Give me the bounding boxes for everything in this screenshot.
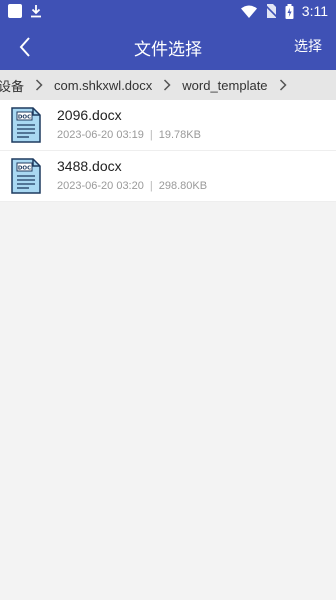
file-date: 2023-06-20 03:19 bbox=[57, 129, 144, 141]
chevron-right-icon bbox=[156, 70, 178, 100]
file-name: 2096.docx bbox=[57, 107, 122, 123]
notification-square-icon bbox=[8, 4, 22, 18]
status-bar: 3:11 bbox=[0, 0, 336, 24]
meta-separator: | bbox=[149, 180, 153, 192]
select-button[interactable]: 选择 bbox=[294, 36, 322, 56]
file-list: DOC 2096.docx 2023-06-20 03:19 | 19.78KB D… bbox=[0, 100, 336, 202]
docx-file-icon: DOC bbox=[11, 158, 41, 194]
file-size: 298.80KB bbox=[158, 180, 208, 192]
breadcrumb-item-template[interactable]: word_template bbox=[178, 78, 271, 93]
breadcrumb-item-package[interactable]: com.shkxwl.docx bbox=[50, 78, 156, 93]
file-name: 3488.docx bbox=[57, 158, 122, 174]
docx-file-icon: DOC bbox=[11, 107, 41, 143]
file-meta: 2023-06-20 03:20 | 298.80KB bbox=[57, 180, 207, 192]
file-row[interactable]: DOC 3488.docx 2023-06-20 03:20 | 298.80KB bbox=[0, 151, 336, 202]
doc-badge: DOC bbox=[18, 115, 31, 121]
breadcrumb-item-device[interactable]: 设备 bbox=[0, 76, 28, 95]
doc-badge: DOC bbox=[18, 166, 31, 172]
page-title: 文件选择 bbox=[134, 40, 202, 60]
file-size: 19.78KB bbox=[158, 129, 201, 141]
battery-charging-icon bbox=[285, 3, 294, 19]
meta-separator: | bbox=[149, 129, 153, 141]
status-right: 3:11 bbox=[240, 3, 328, 19]
chevron-right-icon bbox=[28, 70, 50, 100]
app-bar: 文件选择 选择 bbox=[0, 24, 336, 70]
no-sim-icon bbox=[264, 4, 277, 18]
file-date: 2023-06-20 03:20 bbox=[57, 180, 144, 192]
file-row[interactable]: DOC 2096.docx 2023-06-20 03:19 | 19.78KB bbox=[0, 100, 336, 151]
status-left bbox=[8, 4, 42, 18]
wifi-icon bbox=[240, 5, 257, 18]
download-icon bbox=[31, 5, 41, 18]
file-meta: 2023-06-20 03:19 | 19.78KB bbox=[57, 129, 201, 141]
breadcrumb-track: 设备 com.shkxwl.docx word_template bbox=[0, 70, 294, 100]
breadcrumb: 设备 com.shkxwl.docx word_template bbox=[0, 70, 336, 100]
clock-time: 3:11 bbox=[301, 3, 328, 19]
chevron-right-icon bbox=[272, 70, 294, 100]
